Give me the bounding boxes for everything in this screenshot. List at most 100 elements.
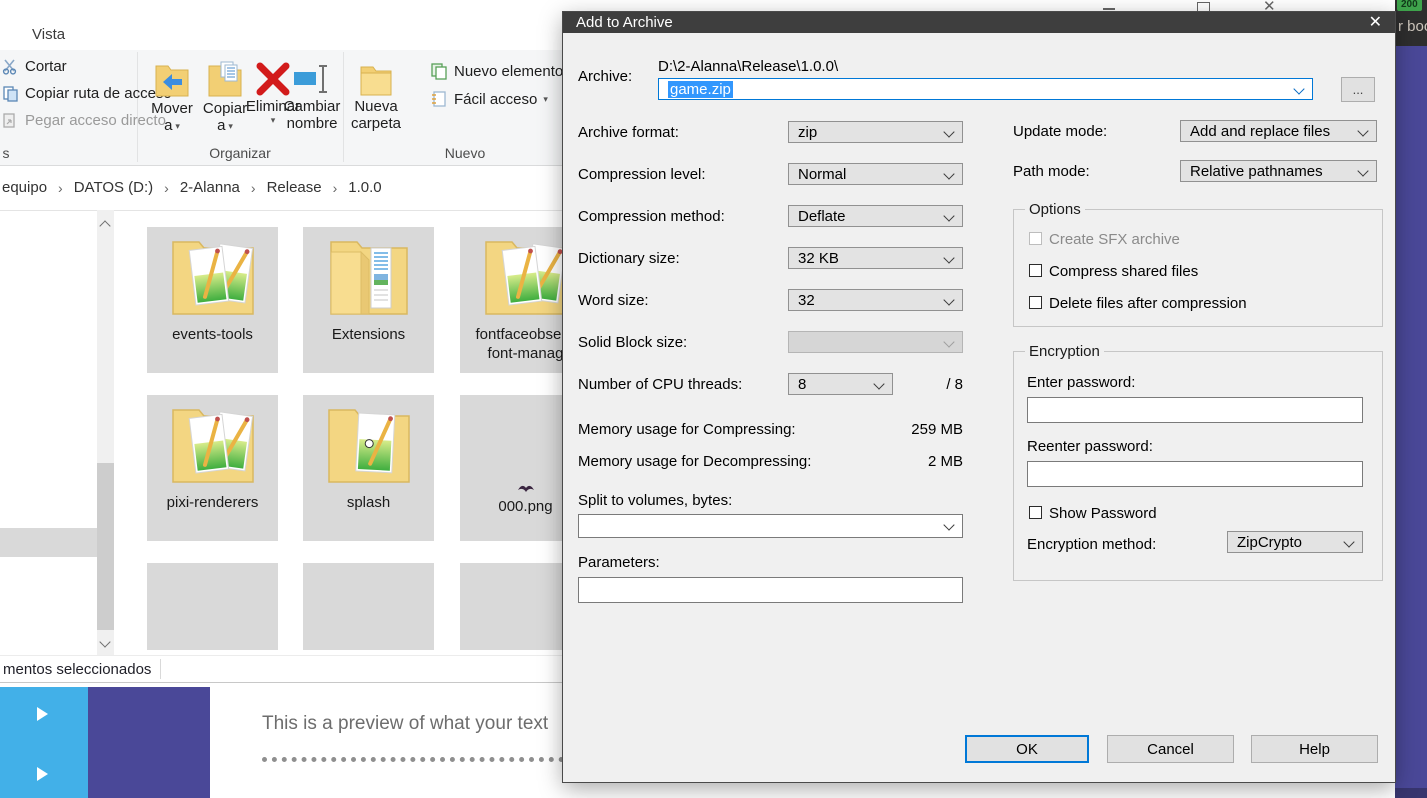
ribbon-group-label: Organizar: [190, 145, 290, 161]
preview-indigo-panel: [88, 687, 210, 798]
archive-format-select[interactable]: zip: [788, 121, 963, 143]
close-icon[interactable]: ✕: [1365, 12, 1386, 32]
cpu-threads-label: Number of CPU threads:: [578, 376, 742, 393]
split-volumes-combobox[interactable]: [578, 514, 963, 538]
cpu-threads-select[interactable]: 8: [788, 373, 893, 395]
chevron-down-icon[interactable]: [1293, 83, 1304, 94]
compression-level-select[interactable]: Normal: [788, 163, 963, 185]
folder-icon: [476, 232, 576, 324]
play-arrow-icon[interactable]: [37, 707, 48, 721]
archive-dir-path: D:\2-Alanna\Release\1.0.0\: [658, 58, 838, 75]
background-page-strip: [1395, 46, 1427, 798]
chevron-down-icon: [1357, 165, 1368, 176]
navpane-selected-item[interactable]: [0, 528, 104, 557]
ribbon-group-label: s: [0, 145, 12, 161]
compression-method-select[interactable]: Deflate: [788, 205, 963, 227]
memory-compress-label: Memory usage for Compressing:: [578, 421, 796, 438]
create-sfx-checkbox: [1029, 232, 1042, 245]
enter-password-label: Enter password:: [1027, 374, 1135, 391]
cut-icon: [2, 58, 19, 75]
file-tile[interactable]: [147, 563, 278, 650]
word-size-label: Word size:: [578, 292, 649, 309]
scroll-down-icon[interactable]: [99, 636, 110, 647]
archive-format-value: zip: [798, 124, 817, 141]
chevron-down-icon[interactable]: [943, 519, 954, 530]
file-name: Extensions: [332, 325, 405, 344]
minimize-button[interactable]: [1103, 8, 1115, 10]
ribbon-item-facil-acceso[interactable]: Fácil acceso ▾: [430, 90, 548, 108]
compression-level-value: Normal: [798, 166, 846, 183]
ribbon-item-cortar[interactable]: Cortar: [2, 58, 67, 75]
breadcrumb-item[interactable]: 1.0.0: [348, 179, 381, 196]
preview-dotted-line: [262, 757, 564, 762]
ribbon-item-cambiar-nombre[interactable]: Cambiar nombre: [283, 60, 341, 132]
reenter-password-input[interactable]: [1027, 461, 1363, 487]
parameters-input[interactable]: [578, 577, 963, 603]
memory-decompress-row: Memory usage for Decompressing: 2 MB: [578, 453, 963, 470]
ribbon-item-nueva-carpeta[interactable]: Nueva carpeta: [348, 60, 404, 132]
reenter-password-label: Reenter password:: [1027, 438, 1153, 455]
folder-icon: [163, 232, 263, 324]
word-size-select[interactable]: 32: [788, 289, 963, 311]
show-password-label: Show Password: [1049, 505, 1157, 522]
ribbon-item-mover-a[interactable]: Mover a▾: [146, 60, 198, 134]
chevron-down-icon: [1357, 125, 1368, 136]
encryption-method-label: Encryption method:: [1027, 536, 1156, 553]
chevron-down-icon: [873, 378, 884, 389]
encryption-method-select[interactable]: ZipCrypto: [1227, 531, 1363, 553]
file-name: 000.png: [498, 497, 552, 516]
breadcrumb-item[interactable]: Release: [267, 179, 322, 196]
breadcrumb-chevron-icon: ›: [251, 180, 256, 196]
dialog-titlebar[interactable]: Add to Archive ✕: [563, 12, 1395, 33]
statusbar-separator: [160, 659, 161, 679]
scroll-up-icon[interactable]: [99, 220, 110, 231]
archive-name-combobox[interactable]: game.zip: [658, 78, 1313, 100]
file-tile[interactable]: [303, 563, 434, 650]
enter-password-input[interactable]: [1027, 397, 1363, 423]
image-sprite-icon: [517, 483, 535, 496]
rename-icon: [292, 60, 332, 98]
copy-to-icon: [207, 60, 243, 100]
delete-after-checkbox[interactable]: [1029, 296, 1042, 309]
file-tile-splash[interactable]: splash: [303, 395, 434, 541]
path-mode-label: Path mode:: [1013, 163, 1090, 180]
update-mode-select[interactable]: Add and replace files: [1180, 120, 1377, 142]
show-password-checkbox[interactable]: [1029, 506, 1042, 519]
easy-access-icon: [430, 90, 448, 108]
new-folder-icon: [359, 60, 393, 98]
memory-decompress-label: Memory usage for Decompressing:: [578, 453, 811, 470]
ribbon-item-nuevo-elemento[interactable]: Nuevo elemento ▾: [430, 62, 574, 80]
ok-button[interactable]: OK: [965, 735, 1089, 763]
dropdown-caret-icon: ▾: [543, 94, 548, 104]
file-tile-pixi-renderers[interactable]: pixi-renderers: [147, 395, 278, 541]
memory-decompress-value: 2 MB: [928, 453, 963, 470]
help-button[interactable]: Help: [1251, 735, 1378, 763]
path-mode-select[interactable]: Relative pathnames: [1180, 160, 1377, 182]
cancel-button[interactable]: Cancel: [1107, 735, 1234, 763]
update-mode-label: Update mode:: [1013, 123, 1107, 140]
scrollbar-thumb[interactable]: [97, 463, 114, 630]
breadcrumb-item[interactable]: equipo: [2, 179, 47, 196]
file-tile-events-tools[interactable]: events-tools: [147, 227, 278, 373]
ribbon-item-label2: a: [217, 117, 225, 134]
encryption-legend: Encryption: [1025, 343, 1104, 360]
tab-vista[interactable]: Vista: [32, 26, 65, 43]
path-mode-value: Relative pathnames: [1190, 163, 1323, 180]
ribbon-item-label2: nombre: [287, 115, 338, 132]
dictionary-size-value: 32 KB: [798, 250, 839, 267]
scrollbar[interactable]: [97, 210, 114, 655]
chevron-down-icon: [943, 252, 954, 263]
play-arrow-icon[interactable]: [37, 767, 48, 781]
file-tile-extensions[interactable]: Extensions: [303, 227, 434, 373]
breadcrumb-item[interactable]: DATOS (D:): [74, 179, 153, 196]
archive-label: Archive:: [578, 68, 632, 85]
options-legend: Options: [1025, 201, 1085, 218]
dropdown-caret-icon: ▾: [271, 115, 276, 125]
cpu-threads-value: 8: [798, 376, 806, 393]
compress-shared-checkbox[interactable]: [1029, 264, 1042, 277]
dictionary-size-select[interactable]: 32 KB: [788, 247, 963, 269]
ribbon-item-label: Nuevo elemento: [454, 63, 563, 80]
breadcrumb-item[interactable]: 2-Alanna: [180, 179, 240, 196]
browse-button[interactable]: ...: [1341, 77, 1375, 102]
dialog-title: Add to Archive: [576, 14, 673, 31]
